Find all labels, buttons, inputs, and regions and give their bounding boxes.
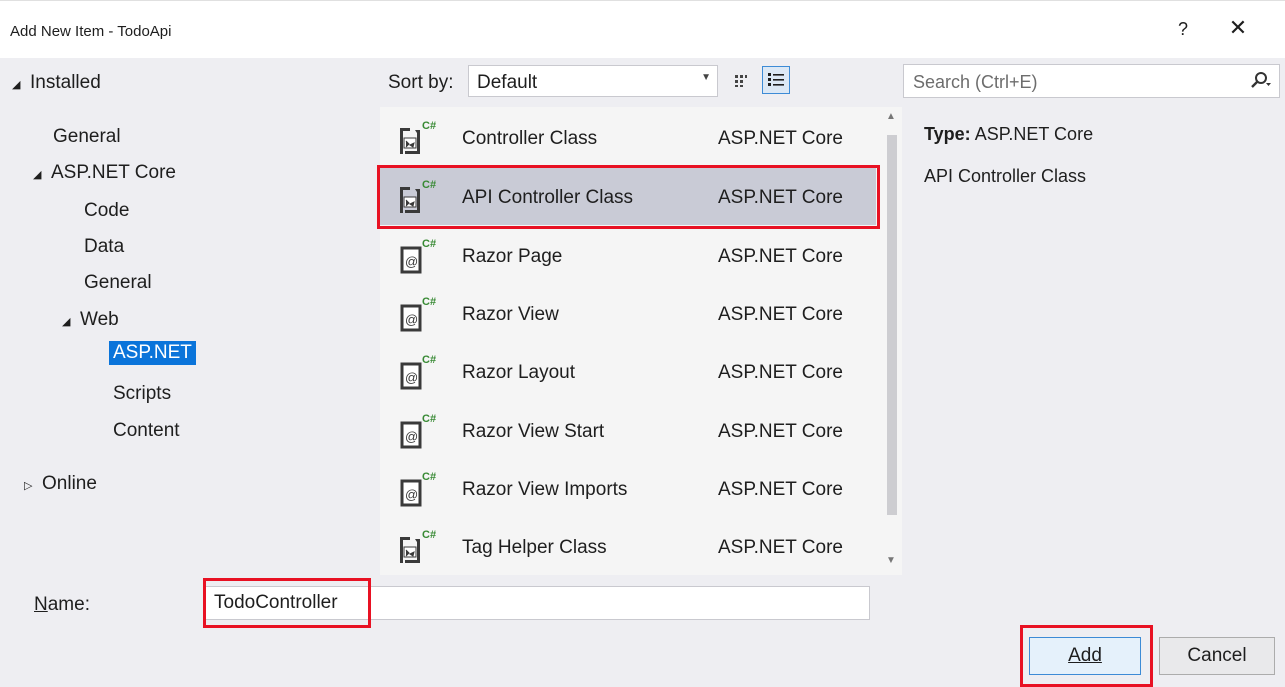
search-box[interactable] xyxy=(903,64,1280,98)
template-category: ASP.NET Core xyxy=(718,128,843,149)
scroll-down-icon[interactable]: ▼ xyxy=(886,555,896,566)
help-button[interactable]: ? xyxy=(1176,19,1190,40)
add-highlight-box xyxy=(1020,625,1153,687)
razor-icon: @ C# xyxy=(396,354,436,392)
list-view-icon[interactable] xyxy=(762,66,790,94)
sort-by-dropdown[interactable]: Default ▼ xyxy=(468,65,718,97)
tree-item-general[interactable]: General xyxy=(53,126,121,148)
template-name: Tag Helper Class xyxy=(462,537,607,558)
svg-text:C#: C# xyxy=(422,529,436,541)
tree-item-online[interactable]: ▷ Online xyxy=(24,473,97,495)
svg-text:C#: C# xyxy=(422,238,436,250)
svg-text:C#: C# xyxy=(422,354,436,366)
tree-item-code[interactable]: Code xyxy=(84,200,129,222)
template-category: ASP.NET Core xyxy=(718,304,843,325)
template-category: ASP.NET Core xyxy=(718,479,843,500)
template-category: ASP.NET Core xyxy=(718,362,843,383)
search-icon[interactable] xyxy=(1249,70,1271,97)
list-item[interactable]: @ C# Razor Page ASP.NET Core xyxy=(380,226,876,284)
svg-text:@: @ xyxy=(405,429,418,444)
template-description: API Controller Class xyxy=(924,166,1087,186)
name-highlight-box xyxy=(203,578,371,628)
svg-text:@: @ xyxy=(405,487,418,502)
tree-item-installed[interactable]: ◢ Installed xyxy=(12,72,101,94)
list-item[interactable]: @ C# Razor View Imports ASP.NET Core xyxy=(380,459,876,517)
svg-text:@: @ xyxy=(405,370,418,385)
type-value: ASP.NET Core xyxy=(974,124,1094,144)
svg-text:@: @ xyxy=(405,254,418,269)
list-item[interactable]: @ C# Razor Layout ASP.NET Core xyxy=(380,342,876,400)
razor-icon: @ C# xyxy=(396,413,436,451)
svg-text:C#: C# xyxy=(422,413,436,425)
template-name: Controller Class xyxy=(462,128,598,149)
list-scrollbar[interactable]: ▲ ▼ xyxy=(882,107,902,575)
svg-text:C#: C# xyxy=(422,471,436,483)
template-name: Razor Layout xyxy=(462,362,576,383)
tree-item-scripts[interactable]: Scripts xyxy=(113,383,171,405)
tree-item-aspnet[interactable]: ASP.NET xyxy=(109,341,196,365)
selection-highlight-box xyxy=(377,165,880,229)
template-name: Razor Page xyxy=(462,246,563,267)
window-title: Add New Item - TodoApi xyxy=(10,23,172,40)
name-label: Name: xyxy=(34,594,90,616)
scroll-up-icon[interactable]: ▲ xyxy=(886,111,896,122)
sort-by-value: Default xyxy=(477,72,538,93)
svg-text:@: @ xyxy=(405,312,418,327)
expanded-icon[interactable]: ◢ xyxy=(33,168,51,181)
title-bar: Add New Item - TodoApi ? ✕ xyxy=(0,0,1285,58)
template-category: ASP.NET Core xyxy=(718,421,843,442)
razor-icon: @ C# xyxy=(396,296,436,334)
dropdown-arrow-icon: ▼ xyxy=(701,72,711,83)
search-input[interactable] xyxy=(911,71,1225,94)
list-item[interactable]: @ C# Razor View Start ASP.NET Core xyxy=(380,401,876,459)
template-name: Razor View xyxy=(462,304,559,325)
expanded-icon[interactable]: ◢ xyxy=(12,78,30,91)
class-icon: C# xyxy=(396,529,436,567)
type-label: Type: xyxy=(924,124,971,144)
expanded-icon[interactable]: ◢ xyxy=(62,315,80,328)
template-name: Razor View Start xyxy=(462,421,605,442)
tree-item-content[interactable]: Content xyxy=(113,420,180,442)
template-category: ASP.NET Core xyxy=(718,246,843,267)
list-item[interactable]: C# Tag Helper Class ASP.NET Core xyxy=(380,517,876,575)
scroll-thumb[interactable] xyxy=(887,135,897,515)
cancel-button[interactable]: Cancel xyxy=(1159,637,1275,675)
small-icons-view-icon[interactable] xyxy=(728,68,754,94)
tree-item-general-aspnet[interactable]: General xyxy=(84,272,152,294)
template-name: Razor View Imports xyxy=(462,479,628,500)
tree-item-aspnet-core[interactable]: ◢ ASP.NET Core xyxy=(33,162,176,184)
close-button[interactable]: ✕ xyxy=(1228,15,1248,41)
sort-by-label: Sort by: xyxy=(388,72,454,93)
svg-text:C#: C# xyxy=(422,296,436,308)
template-type: Type: ASP.NET Core xyxy=(924,124,1093,145)
razor-icon: @ C# xyxy=(396,238,436,276)
svg-text:C#: C# xyxy=(422,120,436,132)
name-label-accesskey: N xyxy=(34,594,48,615)
tree-item-data[interactable]: Data xyxy=(84,236,124,258)
template-category: ASP.NET Core xyxy=(718,537,843,558)
collapsed-icon[interactable]: ▷ xyxy=(24,479,42,492)
list-item[interactable]: C# Controller Class ASP.NET Core xyxy=(380,108,876,166)
list-item[interactable]: @ C# Razor View ASP.NET Core xyxy=(380,284,876,342)
razor-icon: @ C# xyxy=(396,471,436,509)
tree-item-web[interactable]: ◢ Web xyxy=(62,309,119,331)
class-icon: C# xyxy=(396,120,436,158)
name-label-rest: ame: xyxy=(47,594,90,615)
